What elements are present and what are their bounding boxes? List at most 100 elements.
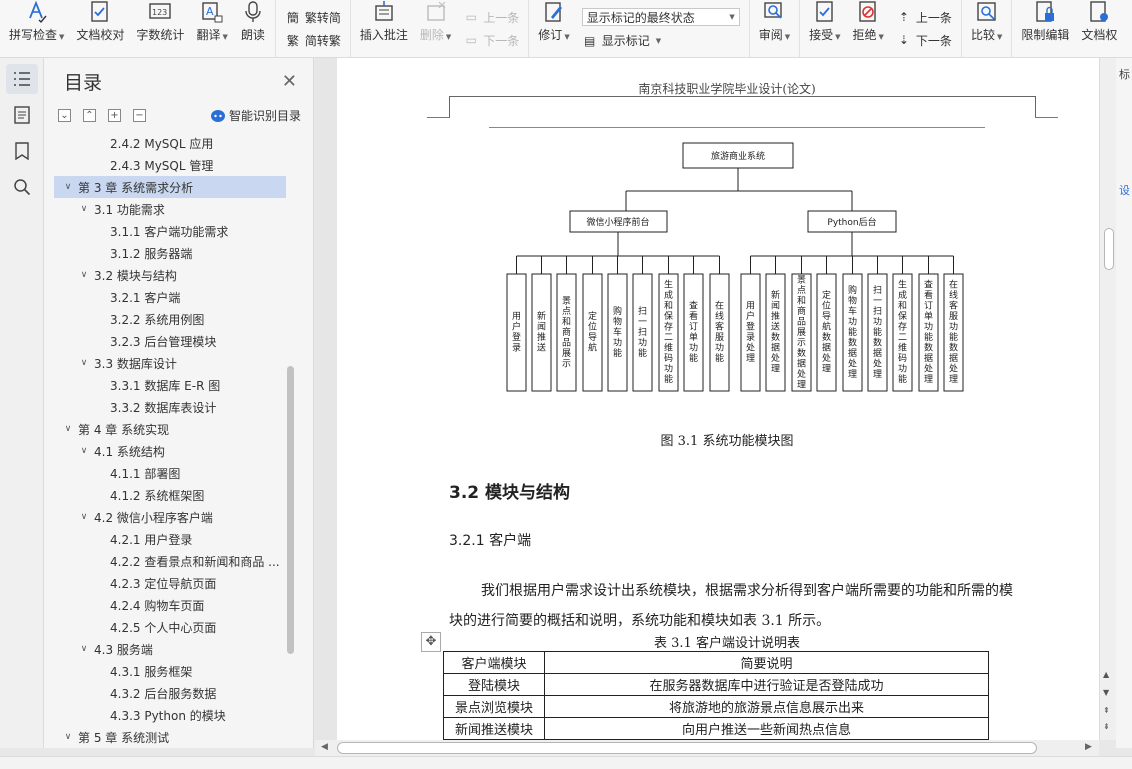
- chevron-down-icon[interactable]: ∨: [78, 644, 90, 654]
- toc-scrollbar[interactable]: [287, 366, 294, 654]
- toc-item[interactable]: 3.1.1 客户端功能需求: [54, 220, 286, 242]
- close-icon[interactable]: ✕: [282, 71, 297, 92]
- chevron-down-icon[interactable]: ∨: [78, 512, 90, 522]
- accept-button[interactable]: 接受 ▼: [803, 0, 846, 57]
- doc-proof-button[interactable]: 文档校对: [70, 0, 130, 57]
- restrict-edit-button[interactable]: 限制编辑: [1015, 0, 1075, 57]
- table-cell[interactable]: 新闻推送模块: [443, 717, 545, 740]
- show-markup-icon: ▤: [584, 33, 596, 48]
- toc-panel-button[interactable]: [6, 64, 38, 94]
- table-cell[interactable]: 客户端模块: [443, 651, 545, 674]
- toc-item[interactable]: 4.3.3 Python 的模块: [54, 704, 286, 726]
- toc-item[interactable]: 4.2.5 个人中心页面: [54, 616, 286, 638]
- table-cell[interactable]: 向用户推送一些新闻热点信息: [544, 717, 989, 740]
- table-cell[interactable]: 在服务器数据库中进行验证是否登陆成功: [544, 673, 989, 696]
- chevron-down-icon[interactable]: ∨: [62, 424, 74, 434]
- revise-button[interactable]: 修订 ▼: [532, 0, 575, 57]
- compare-button[interactable]: 比较 ▼: [965, 0, 1008, 57]
- toc-item[interactable]: 4.2.1 用户登录: [54, 528, 286, 550]
- toc-item-label: 4.1.1 部署图: [110, 466, 181, 481]
- proofing-group: 拼写检查 ▼ 文档校对 123 字数统计 A 翻译 ▼ 朗读: [0, 0, 276, 57]
- table-cell[interactable]: 景点浏览模块: [443, 695, 545, 718]
- toc-item[interactable]: ∨ 3.2 模块与结构: [54, 264, 286, 286]
- toc-item[interactable]: ∨ 3.1 功能需求: [54, 198, 286, 220]
- page-down-icon[interactable]: ⇟: [1103, 722, 1110, 731]
- vertical-scrollbar[interactable]: ▲ ▼ ⇞ ⇟: [1099, 58, 1116, 740]
- rail-label-1[interactable]: 标: [1119, 66, 1130, 82]
- review-button[interactable]: 审阅 ▼: [753, 0, 796, 57]
- expand-all-icon[interactable]: ⌄: [58, 108, 71, 122]
- thumbnails-button[interactable]: [6, 100, 38, 130]
- toc-item[interactable]: 3.3.1 数据库 E-R 图: [54, 374, 286, 396]
- find-button[interactable]: [6, 172, 38, 202]
- doc-permission-button[interactable]: 文档权: [1075, 0, 1123, 57]
- trad-to-simp-button[interactable]: 簡繁转简: [285, 9, 341, 26]
- toc-item[interactable]: 4.2.2 查看景点和新闻和商品 ...: [54, 550, 286, 572]
- next-change-button[interactable]: ⇣ 下一条: [896, 32, 952, 49]
- toc-item-label: 3.2 模块与结构: [94, 268, 177, 283]
- toc-item[interactable]: 3.2.2 系统用例图: [54, 308, 286, 330]
- read-aloud-button[interactable]: 朗读: [234, 0, 272, 57]
- toc-item[interactable]: 4.1.2 系统框架图: [54, 484, 286, 506]
- scroll-down-icon[interactable]: ▼: [1103, 688, 1109, 697]
- toc-item[interactable]: 3.3.2 数据库表设计: [54, 396, 286, 418]
- prev-change-button[interactable]: ⇡ 上一条: [896, 9, 952, 26]
- toc-item[interactable]: 3.2.1 客户端: [54, 286, 286, 308]
- toc-item[interactable]: ∨ 第 5 章 系统测试: [54, 726, 286, 745]
- toc-item[interactable]: ∨ 3.3 数据库设计: [54, 352, 286, 374]
- toc-item[interactable]: 4.3.1 服务框架: [54, 660, 286, 682]
- word-count-icon: 123: [147, 0, 173, 24]
- show-markup-button[interactable]: ▤ 显示标记 ▼: [582, 32, 740, 49]
- collapse-all-icon[interactable]: ⌃: [83, 108, 96, 122]
- table-cell[interactable]: 登陆模块: [443, 673, 545, 696]
- chevron-down-icon[interactable]: ∨: [78, 270, 90, 280]
- remove-heading-icon[interactable]: −: [133, 108, 146, 122]
- toc-item[interactable]: ∨ 4.1 系统结构: [54, 440, 286, 462]
- table-cell[interactable]: 将旅游地的旅游景点信息展示出来: [544, 695, 989, 718]
- toc-item[interactable]: 4.1.1 部署图: [54, 462, 286, 484]
- page-up-icon[interactable]: ⇞: [1103, 706, 1110, 715]
- reject-button[interactable]: 拒绝 ▼: [847, 0, 890, 57]
- revise-icon: [541, 0, 567, 24]
- chevron-down-icon[interactable]: ∨: [62, 732, 74, 742]
- vertical-scroll-thumb[interactable]: [1104, 228, 1114, 270]
- simp-to-trad-button[interactable]: 繁简转繁: [285, 32, 341, 49]
- markup-display-select[interactable]: 显示标记的最终状态 ▼: [581, 8, 740, 26]
- smart-toc-button[interactable]: 智能识别目录: [210, 107, 301, 124]
- toc-item[interactable]: 2.4.3 MySQL 管理: [54, 154, 286, 176]
- horizontal-scrollbar[interactable]: ◀ ▶: [315, 740, 1099, 756]
- toc-item[interactable]: 4.2.3 定位导航页面: [54, 572, 286, 594]
- scroll-up-icon[interactable]: ▲: [1103, 670, 1109, 679]
- horizontal-scroll-thumb[interactable]: [337, 742, 1037, 754]
- chevron-down-icon[interactable]: ∨: [78, 446, 90, 456]
- ribbon-toolbar: 拼写检查 ▼ 文档校对 123 字数统计 A 翻译 ▼ 朗读 簡繁转简 繁简转繁 插…: [0, 0, 1132, 58]
- add-heading-icon[interactable]: +: [108, 108, 121, 122]
- chevron-down-icon[interactable]: ∨: [78, 358, 90, 368]
- translate-button[interactable]: A 翻译 ▼: [190, 0, 233, 57]
- toc-item[interactable]: ∨ 4.3 服务端: [54, 638, 286, 660]
- toc-item[interactable]: ∨ 4.2 微信小程序客户端: [54, 506, 286, 528]
- toc-item[interactable]: 2.4.2 MySQL 应用: [54, 132, 286, 154]
- toc-item-label: 2.4.2 MySQL 应用: [110, 136, 214, 151]
- scroll-left-icon[interactable]: ◀: [321, 742, 328, 752]
- table-cell[interactable]: 简要说明: [544, 651, 989, 674]
- prev-comment-button[interactable]: ▭ 上一条: [463, 9, 520, 26]
- toc-item[interactable]: 4.2.4 购物车页面: [54, 594, 286, 616]
- toc-item[interactable]: 3.1.2 服务器端: [54, 242, 286, 264]
- delete-comment-button[interactable]: 删除 ▼: [414, 0, 457, 57]
- rail-label-2[interactable]: 设: [1119, 182, 1130, 198]
- chevron-down-icon[interactable]: ∨: [78, 204, 90, 214]
- next-comment-button[interactable]: ▭ 下一条: [463, 32, 520, 49]
- word-count-button[interactable]: 123 字数统计: [130, 0, 190, 57]
- toc-item[interactable]: ∨ 第 3 章 系统需求分析: [54, 176, 286, 198]
- scroll-right-icon[interactable]: ▶: [1085, 742, 1092, 752]
- chevron-down-icon[interactable]: ∨: [62, 182, 74, 192]
- toc-item[interactable]: ∨ 第 4 章 系统实现: [54, 418, 286, 440]
- toc-item[interactable]: 4.3.2 后台服务数据: [54, 682, 286, 704]
- bookmark-button[interactable]: [6, 136, 38, 166]
- toc-item[interactable]: 3.2.3 后台管理模块: [54, 330, 286, 352]
- spell-check-button[interactable]: 拼写检查 ▼: [3, 0, 70, 57]
- diagram-root-label: 旅游商业系统: [711, 150, 765, 162]
- diagram-leaf-label: 在线客服功能: [715, 300, 724, 365]
- insert-comment-button[interactable]: 插入批注: [354, 0, 414, 57]
